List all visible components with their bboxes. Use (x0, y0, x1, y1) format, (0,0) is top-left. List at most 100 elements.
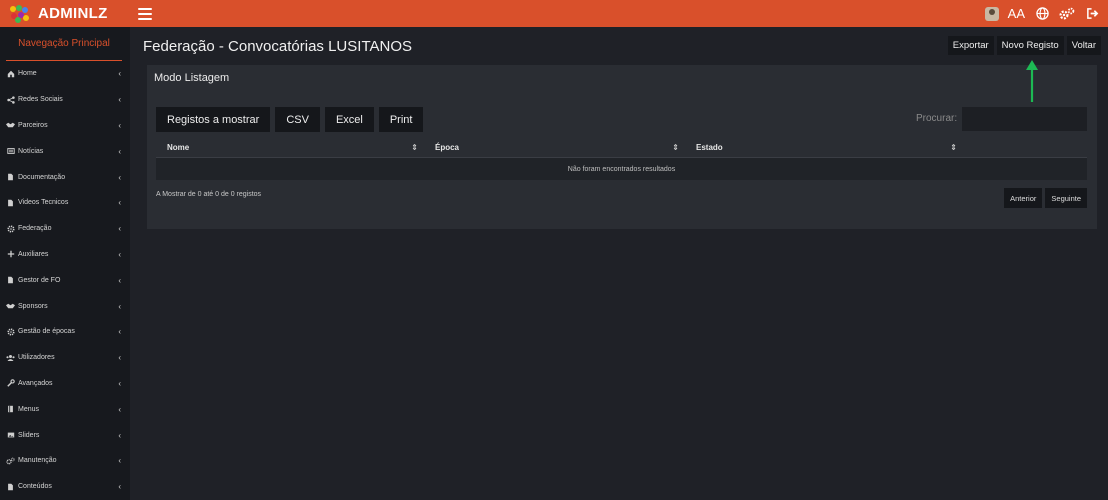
brand-name: ADMINLZ (38, 5, 108, 22)
handshake-icon (6, 302, 15, 311)
previous-page-button[interactable]: Anterior (1004, 188, 1043, 208)
gear-icon (6, 327, 15, 336)
font-size-toggle[interactable]: AA (1008, 6, 1025, 21)
back-button[interactable]: Voltar (1066, 36, 1101, 55)
brand[interactable]: ADMINLZ (0, 0, 130, 27)
sidebar-item-label: Parceiros (18, 121, 48, 129)
column-header-nome[interactable]: Nome ⇕ (156, 143, 424, 152)
column-label: Estado (696, 142, 723, 152)
sort-icon: ⇕ (672, 142, 679, 152)
chevron-left-icon: ‹ (118, 404, 121, 414)
newspaper-icon (6, 147, 15, 156)
sidebar-item-menus[interactable]: Menus ‹ (0, 396, 130, 422)
menu-toggle-icon[interactable] (138, 7, 152, 20)
chevron-left-icon: ‹ (118, 430, 121, 440)
sidebar-item-redes-sociais[interactable]: Redes Sociais ‹ (0, 87, 130, 113)
sidebar-item-sliders[interactable]: Sliders ‹ (0, 422, 130, 448)
search-input[interactable] (962, 107, 1087, 131)
logout-icon[interactable] (1084, 6, 1100, 22)
sidebar-item-documentacao[interactable]: Documentação ‹ (0, 164, 130, 190)
sidebar-item-federacao[interactable]: Federação ‹ (0, 216, 130, 242)
file-icon (6, 198, 15, 207)
sidebar-item-label: Gestor de FO (18, 276, 61, 284)
sidebar-item-gestao-de-epocas[interactable]: Gestão de épocas ‹ (0, 319, 130, 345)
search-label: Procurar: (916, 113, 958, 124)
chevron-left-icon: ‹ (118, 69, 121, 79)
table-info: A Mostrar de 0 até 0 de 0 registos (156, 191, 262, 198)
sidebar-item-utilizadores[interactable]: Utilizadores ‹ (0, 345, 130, 371)
chevron-left-icon: ‹ (118, 456, 121, 466)
annotation-arrow-icon (1026, 60, 1038, 102)
sidebar-nav: Home ‹ Redes Sociais ‹ Parceiros ‹ Notícias ‹ Do… (0, 61, 130, 500)
globe-icon[interactable] (1034, 6, 1050, 22)
chevron-left-icon: ‹ (118, 224, 121, 234)
top-bar: ADMINLZ AA (0, 0, 1108, 27)
gears-icon (6, 456, 15, 465)
column-label: Nome (167, 142, 190, 152)
sidebar-item-conteudos[interactable]: Conteúdos ‹ (0, 474, 130, 500)
handshake-icon (6, 121, 15, 130)
pagination: Anterior Seguinte (1004, 188, 1087, 208)
sidebar-item-label: Home (18, 70, 37, 78)
sidebar-item-label: Redes Sociais (18, 96, 63, 104)
chevron-left-icon: ‹ (118, 378, 121, 388)
avatar[interactable] (984, 6, 999, 21)
chevron-left-icon: ‹ (118, 172, 121, 182)
empty-message: Não foram encontrados resultados (156, 158, 1087, 180)
sidebar-item-label: Avançados (18, 379, 53, 387)
page-length-button[interactable]: Registos a mostrar (156, 107, 271, 132)
chevron-left-icon: ‹ (118, 198, 121, 208)
list-panel: Modo Listagem Registos a mostrar CSV Exc… (147, 65, 1097, 229)
print-button[interactable]: Print (378, 107, 424, 132)
sort-icon: ⇕ (411, 142, 418, 152)
sidebar-heading: Navegação Principal (6, 27, 122, 61)
sort-icon: ⇕ (950, 142, 957, 152)
next-page-button[interactable]: Seguinte (1045, 188, 1087, 208)
sidebar-item-label: Conteúdos (18, 483, 52, 491)
column-label: Época (435, 142, 460, 152)
export-button[interactable]: Exportar (947, 36, 994, 55)
sidebar-item-sponsors[interactable]: Sponsors ‹ (0, 293, 130, 319)
csv-button[interactable]: CSV (275, 107, 320, 132)
chevron-left-icon: ‹ (118, 146, 121, 156)
gear-icon (6, 224, 15, 233)
sidebar-item-label: Manutenção (18, 457, 57, 465)
chevron-left-icon: ‹ (118, 482, 121, 492)
sidebar-item-label: Videos Tecnicos (18, 199, 69, 207)
book-icon (6, 405, 15, 414)
column-header-estado[interactable]: Estado ⇕ (685, 143, 963, 152)
sidebar-item-home[interactable]: Home ‹ (0, 61, 130, 87)
table-header: Nome ⇕ Época ⇕ Estado ⇕ (156, 137, 1087, 158)
users-icon (6, 353, 15, 362)
sidebar-item-manutencao[interactable]: Manutenção ‹ (0, 448, 130, 474)
home-icon (6, 69, 15, 78)
panel-title: Modo Listagem (154, 72, 230, 84)
sidebar-item-videos-tecnicos[interactable]: Videos Tecnicos ‹ (0, 190, 130, 216)
records-table: Nome ⇕ Época ⇕ Estado ⇕ Não foram encontrad… (156, 137, 1087, 180)
sidebar-item-gestor-de-fo[interactable]: Gestor de FO ‹ (0, 267, 130, 293)
new-record-button[interactable]: Novo Registo (996, 36, 1064, 55)
sidebar-item-auxiliares[interactable]: Auxiliares ‹ (0, 242, 130, 268)
sidebar-item-avancados[interactable]: Avançados ‹ (0, 371, 130, 397)
wrench-icon (6, 379, 15, 388)
file-icon (6, 173, 15, 182)
excel-button[interactable]: Excel (324, 107, 374, 132)
chevron-left-icon: ‹ (118, 249, 121, 259)
chevron-left-icon: ‹ (118, 353, 121, 363)
sidebar-item-parceiros[interactable]: Parceiros ‹ (0, 113, 130, 139)
sidebar-item-label: Notícias (18, 147, 44, 155)
share-icon (6, 95, 15, 104)
chevron-left-icon: ‹ (118, 120, 121, 130)
sidebar-item-label: Menus (18, 405, 40, 413)
file-icon (6, 482, 15, 491)
chevron-left-icon: ‹ (118, 301, 121, 311)
column-header-epoca[interactable]: Época ⇕ (424, 143, 685, 152)
settings-icon[interactable] (1059, 6, 1075, 22)
sidebar-item-noticias[interactable]: Notícias ‹ (0, 138, 130, 164)
chevron-left-icon: ‹ (118, 95, 121, 105)
chevron-left-icon: ‹ (118, 327, 121, 337)
file-icon (6, 276, 15, 285)
chevron-left-icon: ‹ (118, 275, 121, 285)
logo-icon (10, 4, 29, 23)
sidebar-item-label: Sponsors (18, 302, 48, 310)
